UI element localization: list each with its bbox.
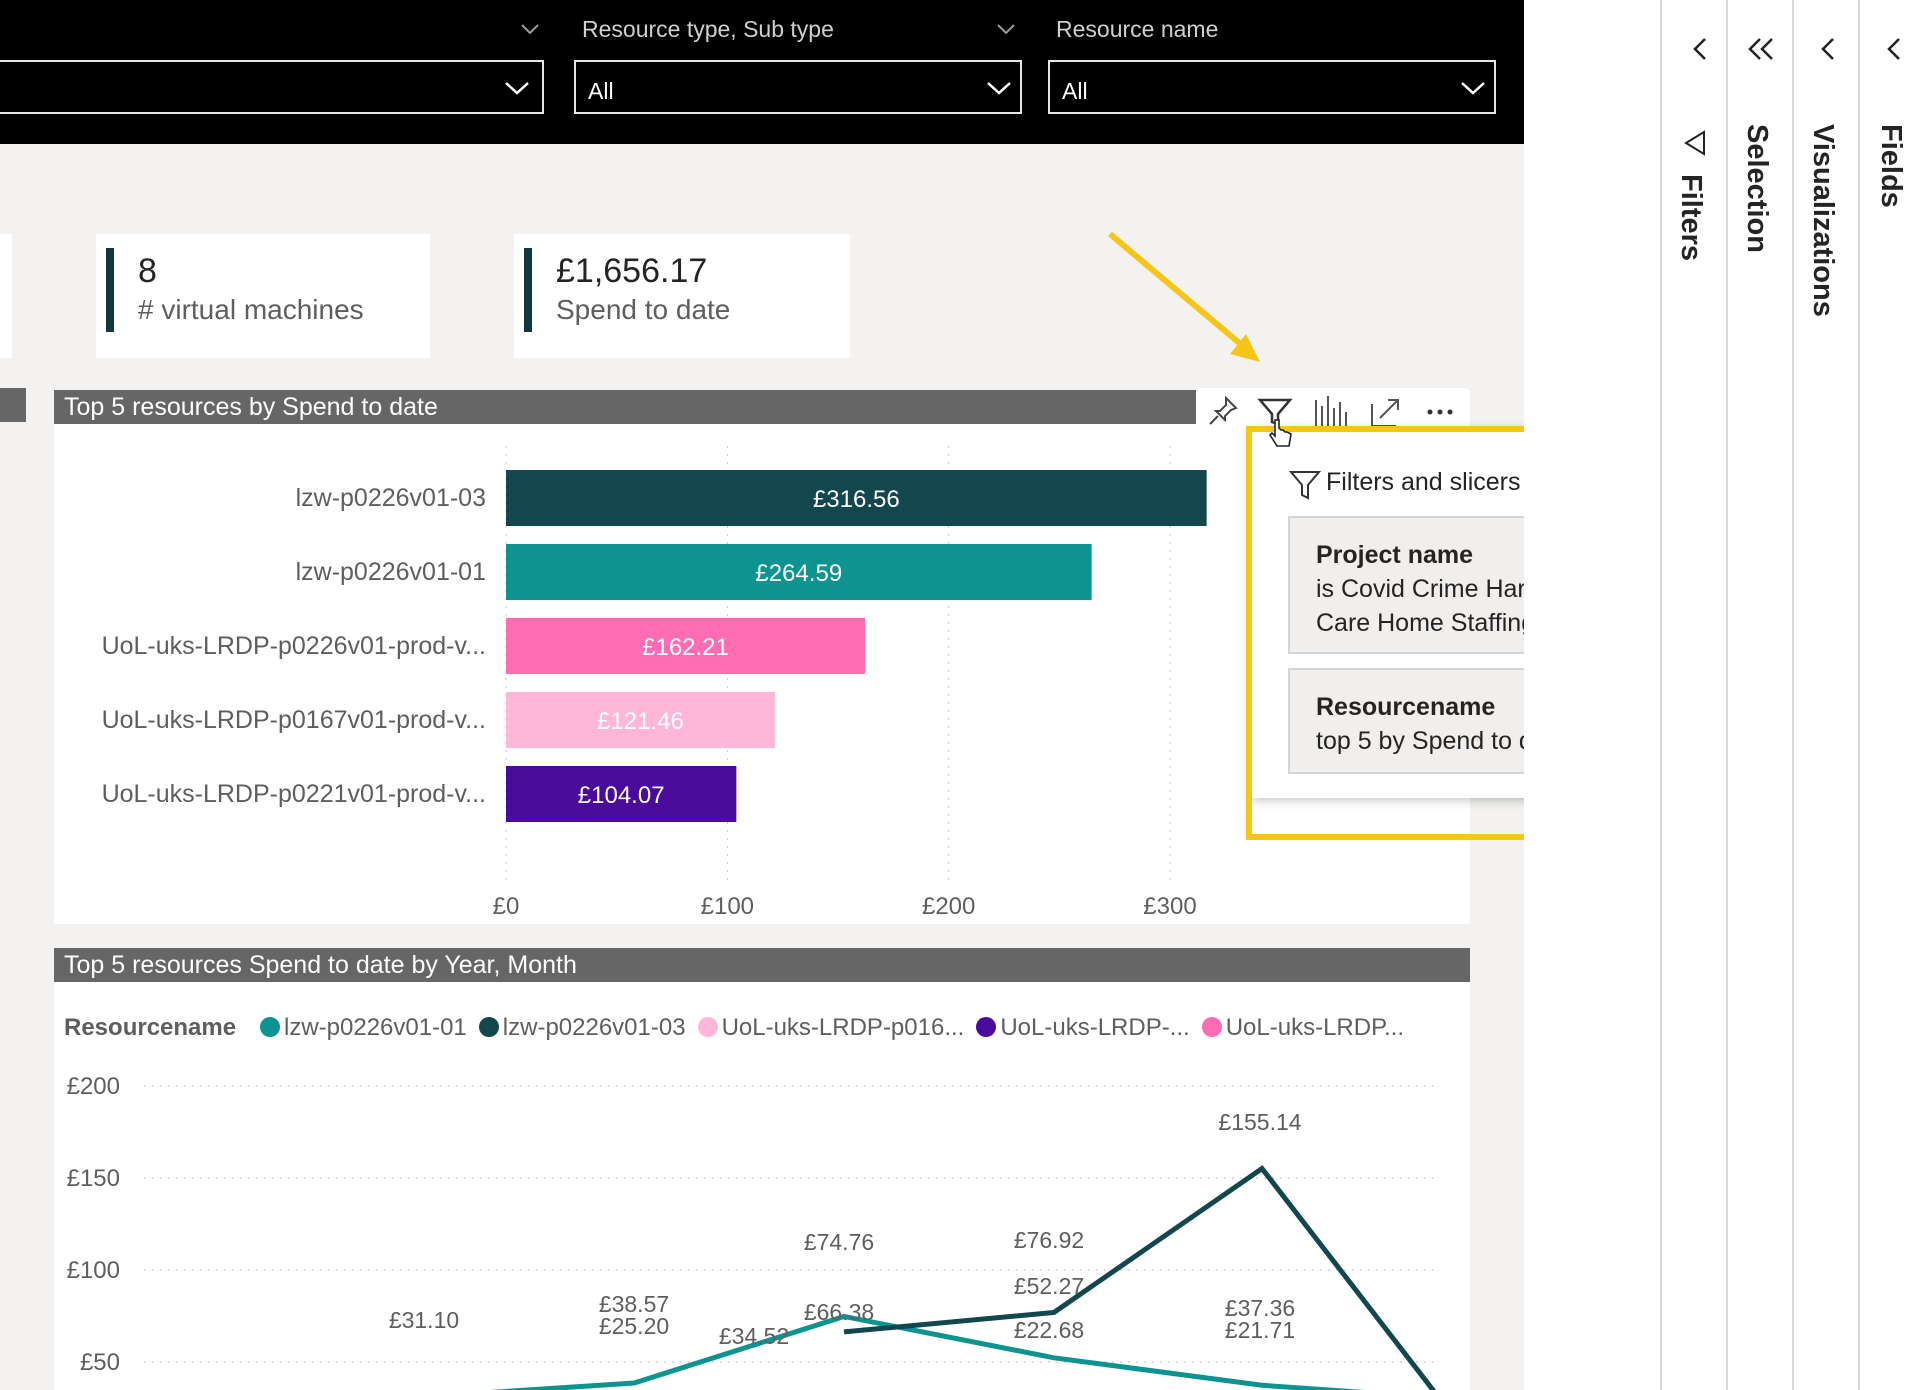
chart-legend: lzw-p0226v01-01 lzw-p0226v01-03 UoL-uks-LR… [260,1014,1416,1044]
right-panes: Filters Selection Visualizations Fields [1524,0,1922,1390]
legend-dot [697,1017,718,1037]
focus-mode-icon[interactable] [1360,388,1412,430]
slicer-value: All [588,78,614,104]
visual-header-clipped [0,388,26,422]
data-point-label: £21.71 [1225,1317,1295,1343]
legend-label: UoL-uks-LRDP... [1225,1014,1404,1041]
collapse-chevron-icon[interactable] [1686,34,1716,64]
y-tick-label: £100 [67,1257,120,1284]
data-point-label: £76.92 [1014,1227,1084,1253]
category-label: UoL-uks-LRDP-p0221v01-prod-v... [102,780,486,808]
x-tick-label: £0 [493,893,520,920]
visual-header-icons [1196,388,1468,430]
data-point-label: £25.20 [599,1313,669,1339]
chevron-down-icon [987,82,1011,95]
legend-item[interactable]: UoL-uks-LRDP-... [976,1014,1190,1042]
line-chart-plot: £200£150£100£50£31.10£38.57£25.20£74.76£… [67,1073,1454,1390]
pane-tab-visualizations[interactable]: Visualizations [1806,124,1839,317]
y-tick-label: £200 [67,1073,120,1100]
y-tick-label: £150 [67,1165,120,1192]
pane-tab-fields[interactable]: Fields [1874,124,1907,208]
data-point-label: £66.38 [804,1299,874,1325]
kpi-value: 8 [138,252,157,290]
kpi-card-virtual-machines[interactable]: 8 # virtual machines [96,234,430,358]
kpi-label: # virtual machines [138,294,364,325]
kpi-label: Spend to date [556,294,731,325]
bar-value-label: £264.59 [755,560,842,587]
hand-cursor-icon [1268,419,1292,447]
series-line[interactable] [843,1165,1454,1390]
legend-label: lzw-p0226v01-01 [284,1014,467,1041]
chevron-down-icon [1461,82,1485,95]
slicer-title: Resource name [1056,16,1219,42]
kpi-accent-bar [524,248,532,332]
category-label: UoL-uks-LRDP-p0226v01-prod-v... [102,632,486,660]
bar-value-label: £162.21 [642,634,729,661]
bar-value-label: £121.46 [597,708,684,735]
pane-tab-selection[interactable]: Selection [1740,124,1773,253]
data-point-label: £155.14 [1218,1109,1301,1135]
filters-pane-icon [1684,130,1705,156]
drill-icon[interactable] [1306,388,1358,430]
line-chart-visual[interactable]: Top 5 resources Spend to date by Year, M… [54,948,1470,1390]
legend-label: lzw-p0226v01-03 [502,1014,686,1041]
annotation-arrow [1108,231,1260,362]
legend-title: Resourcename [64,1014,237,1041]
legend-label: UoL-uks-LRDP-p016... [721,1014,965,1041]
chevron-down-icon[interactable] [996,22,1016,36]
chevron-down-icon [505,82,529,95]
data-point-label: £34.52 [719,1323,789,1349]
legend-item[interactable]: UoL-uks-LRDP-p016... [697,1014,965,1042]
visual-title: Top 5 resources by Spend to date [54,390,1196,424]
kpi-card-clipped[interactable] [0,234,12,358]
legend-label: UoL-uks-LRDP-... [1000,1014,1190,1041]
slicer-value: All [1062,78,1088,104]
pin-icon[interactable] [1196,388,1248,430]
legend-dot [1201,1017,1222,1037]
data-point-label: £22.68 [1014,1317,1084,1343]
category-label: UoL-uks-LRDP-p0167v01-prod-v... [102,706,486,734]
category-label: lzw-p0226v01-01 [296,558,486,586]
category-label: lzw-p0226v01-03 [296,484,486,512]
legend-dot [976,1017,997,1037]
data-point-label: £52.27 [1014,1273,1084,1299]
x-tick-label: £200 [922,893,975,920]
bar-value-label: £104.07 [578,782,665,809]
resource-type-slicer-dropdown[interactable]: All [574,60,1022,114]
project-slicer-dropdown[interactable] [0,60,544,114]
y-tick-label: £50 [80,1349,120,1376]
legend-dot [260,1017,280,1037]
kpi-card-spend-to-date[interactable]: £1,656.17 Spend to date [514,234,850,358]
kpi-accent-bar [106,248,114,332]
x-tick-label: £100 [701,893,754,920]
resource-name-slicer-dropdown[interactable]: All [1048,60,1496,114]
collapse-chevron-icon[interactable] [1880,34,1910,64]
slicer-title: Resource type, Sub type [582,16,834,42]
data-point-label: £31.10 [389,1307,459,1333]
legend-item[interactable]: UoL-uks-LRDP... [1201,1014,1404,1042]
double-chevron-icon[interactable] [1746,34,1776,64]
collapse-chevron-icon[interactable] [1814,34,1844,64]
slicer-bar: Resource type, Sub type Resource name Al… [0,0,1524,144]
pane-tab-filters[interactable]: Filters [1674,174,1707,261]
legend-item[interactable]: lzw-p0226v01-01 [260,1014,467,1042]
visual-title: Top 5 resources Spend to date by Year, M… [54,948,1470,982]
x-tick-label: £300 [1143,893,1196,920]
more-options-icon[interactable] [1414,388,1466,430]
kpi-value: £1,656.17 [556,252,708,290]
legend-dot [478,1017,499,1037]
data-point-label: £74.76 [804,1229,874,1255]
legend-item[interactable]: lzw-p0226v01-03 [478,1014,686,1042]
bar-value-label: £316.56 [813,486,900,513]
chevron-down-icon[interactable] [520,22,540,36]
